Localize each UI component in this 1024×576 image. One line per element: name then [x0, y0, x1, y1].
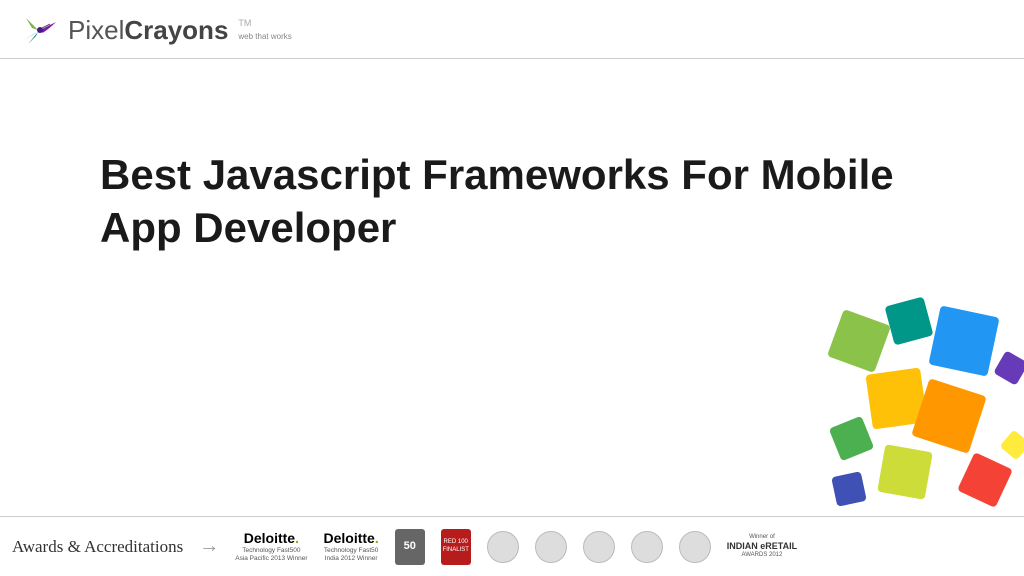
- award-badge-1: [487, 531, 519, 563]
- square-navy: [831, 471, 867, 507]
- award-badge-3: [583, 531, 615, 563]
- arrow-icon: →: [199, 535, 219, 558]
- award-deloitte-2: Deloitte. Technology Fast50 India 2012 W…: [324, 530, 379, 562]
- square-red: [957, 452, 1013, 508]
- header: PixelCrayons TM web that works: [0, 0, 1024, 59]
- square-darkgreen: [829, 416, 875, 462]
- award-badge-2: [535, 531, 567, 563]
- decorative-squares: [794, 286, 1024, 516]
- award-indian-retail: Winner of INDIAN eRETAIL AWARDS 2012: [727, 534, 797, 559]
- square-lime: [877, 444, 933, 500]
- tagline: TM web that works: [238, 18, 291, 41]
- page-title: Best Javascript Frameworks For Mobile Ap…: [100, 149, 924, 254]
- award-badge-4: [631, 531, 663, 563]
- square-yellow2: [1000, 430, 1024, 461]
- award-red100: RED 100 FINALIST: [441, 529, 471, 565]
- brand-name: PixelCrayons: [68, 15, 228, 46]
- square-blue: [928, 305, 999, 376]
- brand-second: Crayons: [124, 15, 228, 45]
- square-purple: [993, 350, 1024, 386]
- square-green: [827, 309, 891, 373]
- award-deloitte-1: Deloitte. Technology Fast500 Asia Pacifi…: [235, 530, 307, 562]
- footer: Awards & Accreditations → Deloitte. Tech…: [0, 516, 1024, 576]
- hummingbird-icon: [18, 10, 62, 50]
- award-badge-5: [679, 531, 711, 563]
- award-smartceo: 50: [395, 529, 425, 565]
- logo: PixelCrayons TM web that works: [18, 10, 292, 50]
- brand-first: Pixel: [68, 15, 124, 45]
- square-teal: [885, 297, 934, 346]
- main-content: Best Javascript Frameworks For Mobile Ap…: [0, 59, 1024, 254]
- awards-label: Awards & Accreditations: [12, 537, 183, 557]
